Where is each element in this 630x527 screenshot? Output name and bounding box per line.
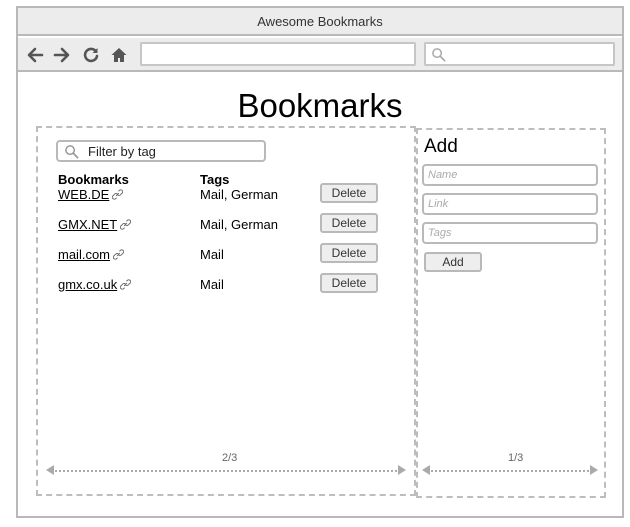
bookmark-tags: Mail, German	[200, 217, 279, 232]
link-icon	[112, 247, 125, 262]
table-row: gmx.co.uk Mail Delete	[38, 273, 414, 299]
arrow-right-icon	[590, 465, 598, 475]
table-row: GMX.NET Mail, German Delete	[38, 213, 414, 239]
browser-search-input[interactable]	[424, 42, 615, 66]
table-row: WEB.DE Mail, German Delete	[38, 183, 414, 209]
delete-button[interactable]: Delete	[320, 273, 378, 293]
browser-window: Awesome Bookmarks Bookmarks Bookmarks Ta…	[16, 6, 624, 518]
width-ruler	[422, 462, 598, 476]
forward-arrow-icon[interactable]	[51, 44, 73, 66]
tags-field[interactable]	[422, 222, 598, 244]
delete-button[interactable]: Delete	[320, 243, 378, 263]
bookmark-link[interactable]: gmx.co.uk	[58, 277, 132, 292]
width-ruler	[46, 462, 406, 476]
back-arrow-icon[interactable]	[24, 44, 46, 66]
name-field[interactable]	[422, 164, 598, 186]
delete-button[interactable]: Delete	[320, 183, 378, 203]
add-column: Add Add 1/3	[416, 128, 606, 498]
bookmark-link[interactable]: mail.com	[58, 247, 125, 262]
browser-toolbar	[18, 38, 622, 72]
bookmark-link[interactable]: WEB.DE	[58, 187, 124, 202]
window-title: Awesome Bookmarks	[18, 8, 622, 36]
arrow-right-icon	[398, 465, 406, 475]
link-icon	[112, 187, 124, 202]
bookmark-tags: Mail	[200, 277, 224, 292]
table-row: mail.com Mail Delete	[38, 243, 414, 269]
page-title: Bookmarks	[237, 87, 403, 124]
filter-field[interactable]	[56, 140, 266, 162]
url-input[interactable]	[140, 42, 416, 66]
link-icon	[120, 217, 132, 232]
bookmark-tags: Mail, German	[200, 187, 279, 202]
add-heading: Add	[424, 136, 458, 157]
link-icon	[120, 277, 132, 292]
reload-icon[interactable]	[80, 44, 102, 66]
delete-button[interactable]: Delete	[320, 213, 378, 233]
filter-input[interactable]	[88, 143, 258, 159]
bookmark-link[interactable]: GMX.NET	[58, 217, 132, 232]
search-icon	[65, 145, 79, 159]
bookmarks-column: Bookmarks Tags WEB.DE Mail, German Delet…	[36, 126, 416, 496]
search-icon	[432, 48, 446, 62]
add-button[interactable]: Add	[424, 252, 482, 272]
link-field[interactable]	[422, 193, 598, 215]
bookmark-tags: Mail	[200, 247, 224, 262]
home-icon[interactable]	[108, 44, 130, 66]
